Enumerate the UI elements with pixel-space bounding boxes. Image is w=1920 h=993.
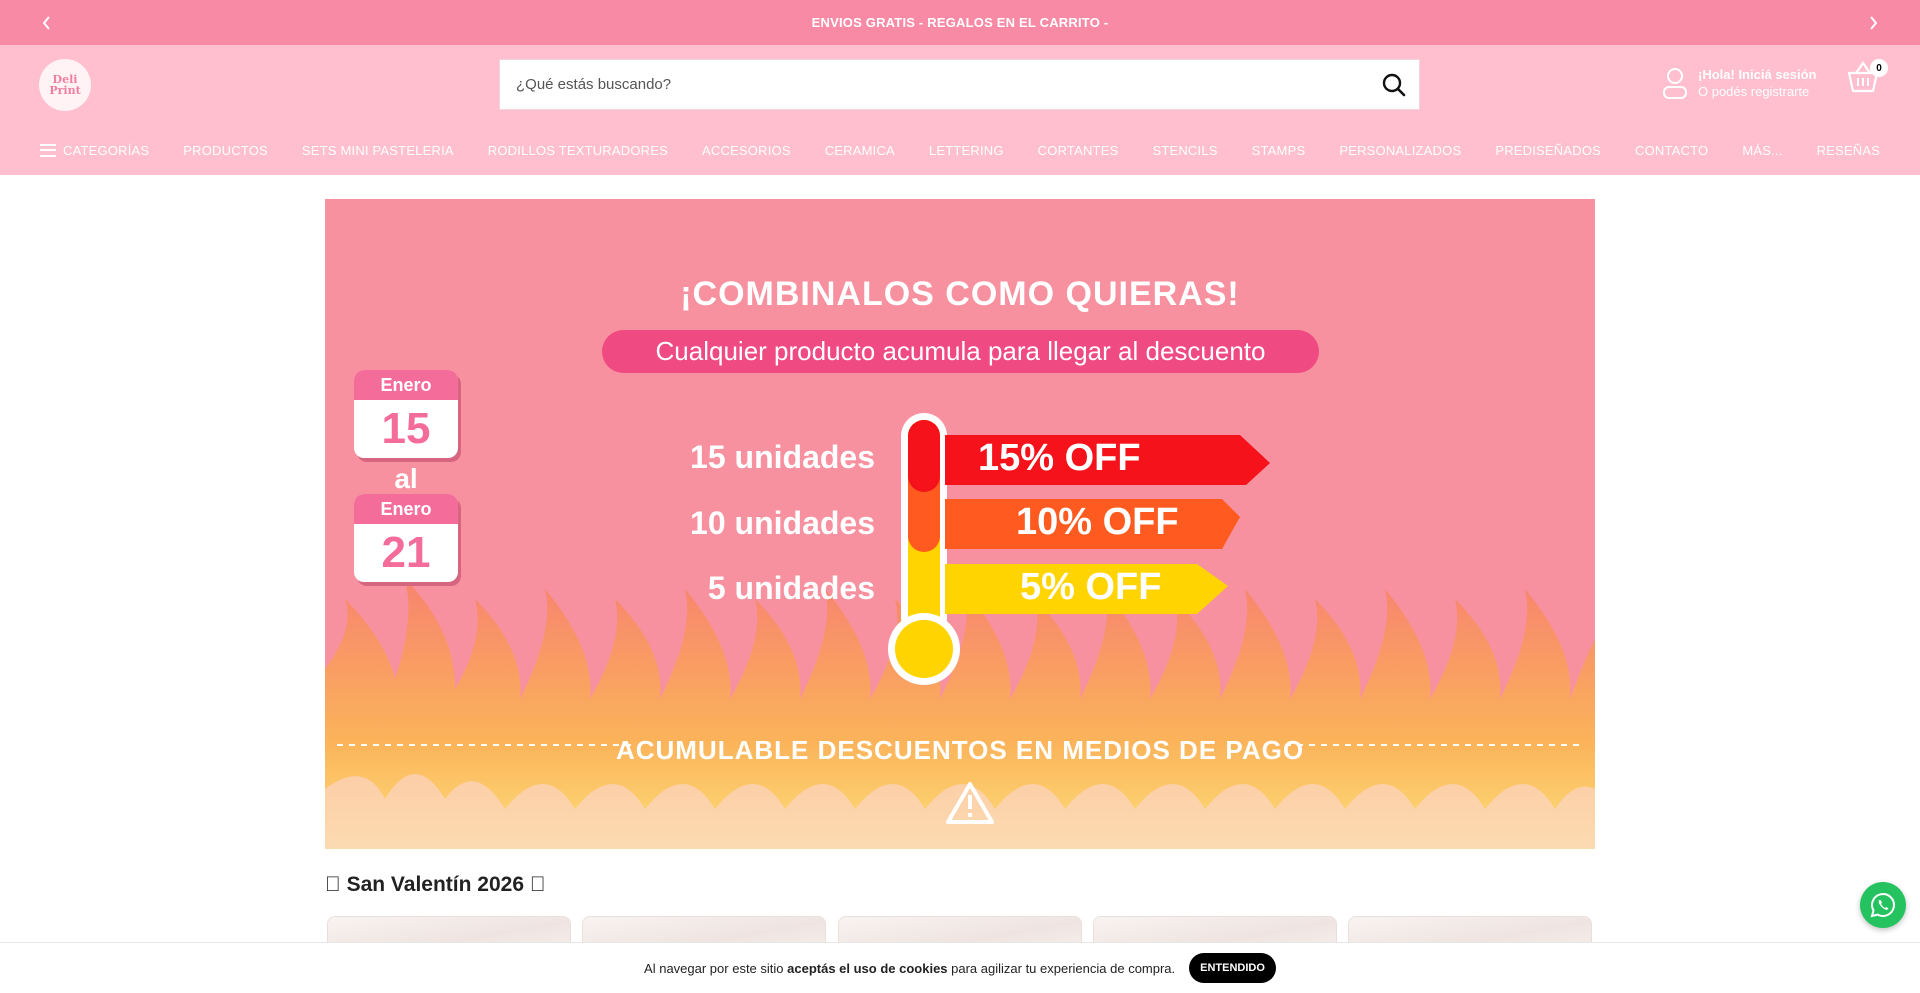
section-title:   San Valentín 2026  : [325, 873, 546, 896]
date-connector: al: [394, 463, 418, 494]
account-login-label: ¡Hola! Iniciá sesión: [1698, 67, 1817, 82]
whatsapp-icon: [1870, 892, 1895, 918]
banner-headline: ¡COMBINALOS COMO QUIERAS!: [680, 275, 1240, 313]
tier-units-10: 10 unidades: [690, 505, 875, 541]
search-box: [499, 59, 1420, 110]
date-to-month: Enero: [354, 494, 458, 524]
cookie-text-before: Al navegar por este sitio: [644, 960, 788, 976]
nav-item-accesorios[interactable]: ACCESORIOS: [702, 143, 791, 158]
cookie-banner: Al navegar por este sitio aceptás el uso…: [0, 942, 1920, 993]
main-nav: CATEGORÍAS PRODUCTOS SETS MINI PASTELERI…: [0, 125, 1920, 175]
date-from: Enero 15: [354, 370, 458, 458]
search-icon[interactable]: [1381, 72, 1407, 98]
nav-item-ceramica[interactable]: CERAMICA: [825, 143, 895, 158]
banner-footer-text: ACUMULABLE DESCUENTOS EN MEDIOS DE PAGO: [615, 735, 1305, 765]
date-from-day: 15: [381, 404, 431, 453]
tier-units-15: 15 unidades: [690, 439, 875, 475]
tier-discount-10: 10% OFF: [1016, 501, 1179, 543]
nav-categories-label: CATEGORÍAS: [63, 142, 150, 158]
whatsapp-button[interactable]: [1860, 882, 1906, 928]
cookie-text-after: para agilizar tu experiencia de compra.: [947, 960, 1176, 976]
promo-banner[interactable]: ¡COMBINALOS COMO QUIERAS! Cualquier prod…: [325, 199, 1595, 849]
nav-item-lettering[interactable]: LETTERING: [929, 143, 1004, 158]
logo[interactable]: Deli Print: [39, 59, 91, 111]
search-input[interactable]: [500, 60, 1360, 109]
logo-line2: Print: [49, 84, 81, 97]
user-icon: [1660, 66, 1690, 100]
nav-item-cortantes[interactable]: CORTANTES: [1038, 143, 1119, 158]
tier-units-5: 5 unidades: [707, 570, 875, 606]
chevron-right-icon[interactable]: [1861, 11, 1885, 35]
tier-discount-15: 15% OFF: [978, 437, 1141, 479]
nav-item-stamps[interactable]: STAMPS: [1252, 143, 1306, 158]
nav-item-predisenados[interactable]: PREDISEÑADOS: [1495, 143, 1601, 158]
account-login[interactable]: ¡Hola! Iniciá sesión O podés registrarte: [1660, 57, 1830, 109]
nav-item-resenas[interactable]: RESEÑAS: [1817, 143, 1881, 158]
nav-item-mas[interactable]: MÁS...: [1742, 143, 1782, 158]
chevron-left-icon[interactable]: [35, 11, 59, 35]
cart-count-badge: 0: [1870, 59, 1888, 77]
cookie-accept-button[interactable]: ENTENDIDO: [1189, 953, 1276, 983]
site-header: Deli Print ¡Hola! Iniciá sesión O podés …: [0, 45, 1920, 125]
cookie-text-bold: aceptás el uso de cookies: [787, 960, 948, 976]
nav-categories[interactable]: CATEGORÍAS: [40, 143, 149, 158]
nav-item-productos[interactable]: PRODUCTOS: [183, 143, 268, 158]
date-to: Enero 21: [354, 494, 458, 582]
date-from-month: Enero: [354, 370, 458, 400]
nav-item-personalizados[interactable]: PERSONALIZADOS: [1339, 143, 1461, 158]
cookie-text: Al navegar por este sitio aceptás el uso…: [644, 961, 1175, 976]
nav-item-rodillos-texturadores[interactable]: RODILLOS TEXTURADORES: [488, 143, 668, 158]
nav-item-stencils[interactable]: STENCILS: [1152, 143, 1217, 158]
banner-subheadline: Cualquier producto acumula para llegar a…: [602, 330, 1319, 373]
nav-item-sets-mini-pasteleria[interactable]: SETS MINI PASTELERIA: [302, 143, 454, 158]
hamburger-icon: [40, 143, 56, 157]
cart-button[interactable]: 0: [1846, 59, 1888, 99]
tier-discount-5: 5% OFF: [1020, 566, 1162, 608]
account-register-label: O podés registrarte: [1698, 84, 1810, 99]
date-to-day: 21: [381, 528, 431, 577]
nav-item-contacto[interactable]: CONTACTO: [1635, 143, 1708, 158]
announcement-bar: ENVIOS GRATIS - REGALOS EN EL CARRITO -: [0, 0, 1920, 45]
announcement-text: ENVIOS GRATIS - REGALOS EN EL CARRITO -: [811, 15, 1109, 30]
